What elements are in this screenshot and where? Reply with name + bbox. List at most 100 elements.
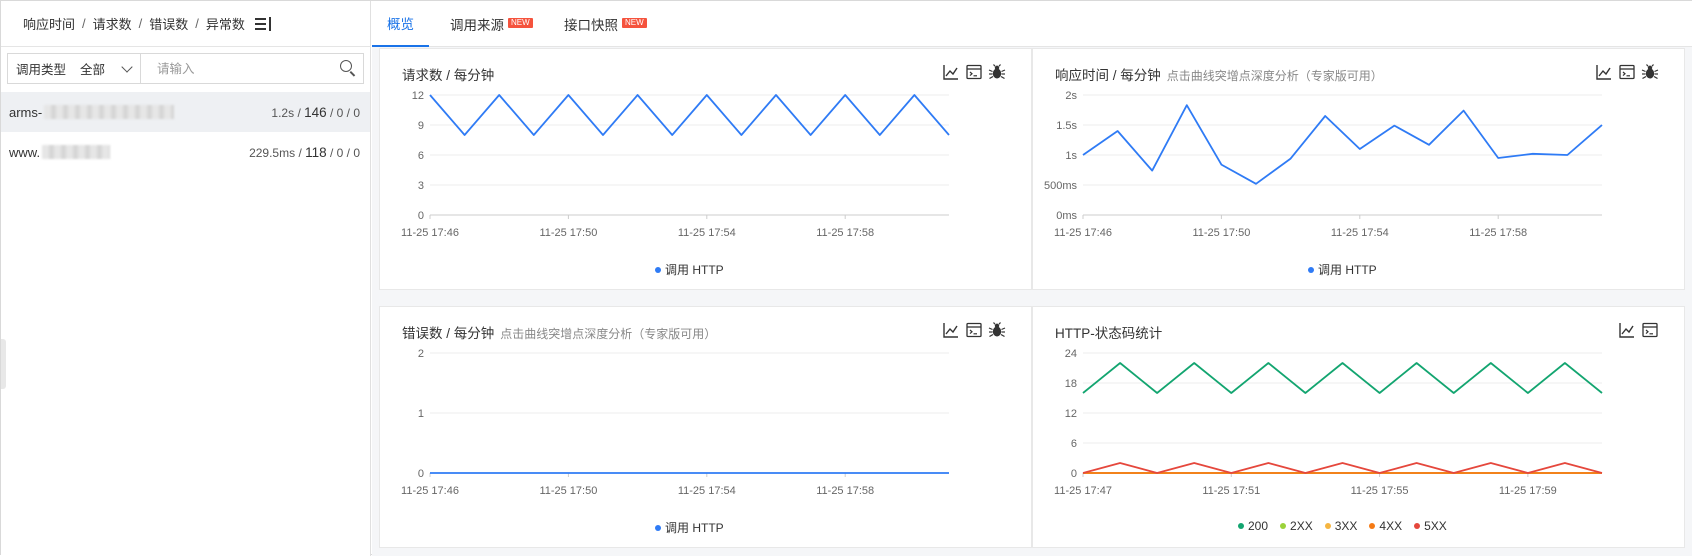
legend-label: 5XX: [1424, 519, 1447, 533]
tab-bar: 概览 调用来源 NEW 接口快照 NEW: [372, 1, 1692, 47]
chart-legend: 调用 HTTP: [1308, 261, 1377, 278]
service-stat-errors: / 0 / 0: [326, 145, 360, 160]
legend-dot-icon: [655, 524, 661, 531]
search-icon[interactable]: [340, 60, 356, 77]
legend-dot-icon: [1280, 522, 1287, 529]
series-line-调用-http[interactable]: [1082, 104, 1603, 185]
main-area: 概览 调用来源 NEW 接口快照 NEW 请求数 / 每分钟 0 3 6 9 12 11-2…: [372, 1, 1692, 556]
chart-legend: 调用 HTTP: [655, 261, 724, 278]
sort-bar: 响应时间 / 请求数 / 错误数 / 异常数: [1, 1, 371, 47]
y-tick-label: 9: [418, 120, 424, 132]
chart-plot: 0 6 12 18 24 11-25 17:47 11-25 17:51 11-25 17:5…: [1054, 348, 1603, 497]
legend-item[interactable]: 3XX: [1324, 519, 1358, 533]
panel-resize-handle[interactable]: [1, 339, 6, 389]
sort-response-time[interactable]: 响应时间: [23, 14, 75, 33]
series-line-调用-http[interactable]: [429, 94, 950, 136]
x-tick-label: 11-25 17:54: [678, 485, 736, 497]
service-list-panel: 响应时间 / 请求数 / 错误数 / 异常数 调用类型 全部 arms-: [1, 1, 371, 556]
legend-dot-icon: [1308, 266, 1314, 273]
y-tick-label: 0: [1071, 468, 1077, 480]
app-frame: 响应时间 / 请求数 / 错误数 / 异常数 调用类型 全部 arms-: [0, 0, 1692, 556]
legend-label: 4XX: [1379, 519, 1403, 533]
y-tick-label: 6: [1071, 438, 1077, 450]
chart-legend: 调用 HTTP: [655, 519, 724, 536]
sort-exceptions[interactable]: 异常数: [206, 14, 245, 33]
legend-dot-icon: [1369, 522, 1376, 529]
legend-item[interactable]: 调用 HTTP: [655, 519, 724, 536]
y-tick-label: 1: [418, 408, 424, 420]
service-stat-requests: 118: [305, 144, 327, 160]
x-tick-label: 11-25 17:59: [1499, 485, 1557, 497]
y-tick-label: 1s: [1065, 150, 1077, 162]
sort-separator: /: [138, 16, 143, 31]
sort-errors[interactable]: 错误数: [149, 14, 188, 33]
filter-row: 调用类型 全部: [7, 53, 364, 84]
y-tick-label: 0: [418, 468, 424, 480]
service-stat-rt: 229.5ms /: [249, 145, 306, 160]
x-tick-label: 11-25 17:47: [1054, 485, 1112, 497]
x-tick-label: 11-25 17:58: [816, 227, 874, 239]
series-line-200[interactable]: [1082, 362, 1603, 394]
sort-separator: /: [195, 16, 199, 31]
y-tick-label: 18: [1065, 378, 1077, 390]
legend-item[interactable]: 5XX: [1414, 519, 1447, 533]
y-tick-label: 12: [412, 90, 424, 102]
x-tick-label: 11-25 17:46: [401, 227, 459, 239]
tab-call-source[interactable]: 调用来源 NEW: [450, 1, 533, 47]
legend-label: 200: [1248, 519, 1269, 533]
service-stats: 229.5ms / 118 / 0 / 0: [249, 145, 360, 160]
sort-requests[interactable]: 请求数: [93, 14, 132, 33]
service-row[interactable]: arms- 1.2s / 146 / 0 / 0: [1, 92, 370, 132]
chart-card-status-codes: HTTP-状态码统计 0 6 12 18 24 11-25 17:47 11-25 17:51…: [1032, 306, 1685, 548]
service-row[interactable]: www. 229.5ms / 118 / 0 / 0: [1, 132, 370, 172]
legend-item[interactable]: 4XX: [1369, 519, 1402, 533]
legend-item[interactable]: 2XX: [1280, 519, 1313, 533]
chart-legend: 200 2XX 3XX 4XX 5XX: [1238, 519, 1447, 533]
tab-label: 概览: [387, 17, 414, 32]
tab-api-snapshot[interactable]: 接口快照 NEW: [564, 1, 647, 47]
call-type-value: 全部: [80, 63, 106, 77]
y-tick-label: 6: [418, 150, 424, 162]
x-tick-label: 11-25 17:58: [1469, 227, 1527, 239]
search-input[interactable]: [141, 54, 363, 83]
sort-separator: /: [82, 16, 86, 31]
series-line-5xx[interactable]: [1082, 462, 1603, 474]
redacted-text: [42, 145, 111, 159]
call-type-label: 调用类型: [16, 63, 67, 77]
chart-plot: 0ms 500ms 1s 1.5s 2s 11-25 17:46 11-25 17:50 11…: [1044, 90, 1603, 239]
legend-item[interactable]: 200: [1238, 519, 1268, 533]
redacted-text: [44, 105, 175, 119]
legend-label: 2XX: [1290, 519, 1313, 533]
x-tick-label: 11-25 17:50: [1192, 227, 1250, 239]
chart-plot: 0 3 6 9 12 11-25 17:46 11-25 17:50 11-25 17:54 1…: [401, 90, 950, 239]
y-tick-label: 1.5s: [1056, 120, 1077, 132]
legend-label: 调用 HTTP: [1318, 263, 1377, 277]
tab-label: 接口快照: [564, 18, 618, 33]
service-stat-rt: 1.2s /: [271, 105, 305, 120]
x-tick-label: 11-25 17:55: [1351, 485, 1409, 497]
new-badge: NEW: [508, 18, 533, 28]
legend-label: 调用 HTTP: [665, 521, 724, 535]
legend-label: 调用 HTTP: [665, 263, 724, 277]
y-tick-label: 2s: [1065, 90, 1077, 102]
tab-overview[interactable]: 概览: [372, 1, 429, 47]
tab-label: 调用来源: [450, 18, 504, 33]
new-badge: NEW: [622, 18, 647, 28]
y-tick-label: 12: [1065, 408, 1077, 420]
service-stat-errors: / 0 / 0: [326, 105, 360, 120]
service-stats: 1.2s / 146 / 0 / 0: [271, 105, 360, 120]
legend-dot-icon: [1238, 522, 1244, 529]
y-tick-label: 24: [1065, 348, 1077, 360]
service-name: www.: [9, 144, 41, 160]
legend-item[interactable]: 调用 HTTP: [655, 261, 724, 278]
x-tick-label: 11-25 17:58: [816, 485, 874, 497]
legend-item[interactable]: 调用 HTTP: [1308, 261, 1377, 278]
sort-order-icon[interactable]: [254, 16, 271, 31]
x-tick-label: 11-25 17:54: [1331, 227, 1389, 239]
legend-dot-icon: [1414, 522, 1421, 529]
x-tick-label: 11-25 17:46: [1054, 227, 1112, 239]
x-tick-label: 11-25 17:51: [1202, 485, 1260, 497]
y-tick-label: 0: [418, 210, 424, 222]
legend-label: 3XX: [1334, 519, 1358, 533]
call-type-select[interactable]: 调用类型 全部: [8, 54, 141, 83]
